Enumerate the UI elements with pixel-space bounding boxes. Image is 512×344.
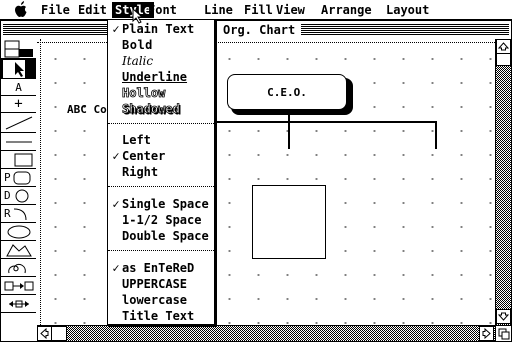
ceo-box[interactable]: C.E.O. bbox=[227, 74, 347, 110]
style-menu-dropdown: ✓ Plain Text Bold Italic Underline Hollo… bbox=[107, 19, 215, 325]
menu-item-as-entered[interactable]: ✓ as EnTeReD bbox=[108, 260, 214, 276]
scroll-down-button[interactable] bbox=[496, 309, 511, 324]
menu-item-lowercase[interactable]: lowercase bbox=[108, 292, 214, 308]
menu-font[interactable]: Font bbox=[145, 2, 180, 18]
top-ruler bbox=[37, 39, 495, 43]
document-window: Org. Chart A + P D R ABC Co C.E.O. bbox=[0, 20, 512, 342]
menu-bar: File Edit Style Font Line Fill View Arra… bbox=[0, 0, 512, 20]
menu-view[interactable]: View bbox=[273, 2, 308, 18]
title-bar[interactable]: Org. Chart bbox=[1, 21, 511, 40]
move-arrows-icon bbox=[8, 300, 29, 307]
tool-grid-toggle[interactable] bbox=[1, 39, 36, 59]
tool-diagonal-line[interactable] bbox=[1, 113, 36, 133]
apple-icon[interactable] bbox=[12, 1, 30, 18]
arrow-pointer-icon bbox=[2, 59, 35, 78]
menu-item-uppercase[interactable]: UPPERCASE bbox=[108, 276, 214, 292]
menu-item-shadowed[interactable]: Shadowed bbox=[108, 101, 214, 117]
arc-icon bbox=[13, 208, 27, 220]
diagonal-line-icon bbox=[5, 116, 32, 129]
menu-item-one-and-half-space[interactable]: 1-1/2 Space bbox=[108, 212, 214, 228]
size-box[interactable] bbox=[495, 325, 511, 341]
tool-move-arrows[interactable] bbox=[1, 295, 36, 313]
vertical-scrollbar[interactable] bbox=[495, 39, 511, 325]
left-ruler bbox=[37, 39, 41, 325]
mouse-pointer-icon bbox=[132, 8, 144, 24]
horizontal-scroll-thumb[interactable] bbox=[51, 326, 67, 341]
org-sub-box[interactable] bbox=[252, 185, 326, 259]
resize-icon bbox=[498, 328, 510, 340]
tool-polygon[interactable] bbox=[1, 241, 36, 259]
checkmark-icon: ✓ bbox=[112, 22, 120, 36]
horizontal-line-icon bbox=[5, 141, 32, 142]
scroll-right-icon bbox=[482, 328, 491, 339]
vertical-scroll-thumb[interactable] bbox=[496, 53, 511, 66]
connector-icon bbox=[4, 281, 33, 290]
scroll-down-icon bbox=[498, 312, 509, 321]
tool-oval[interactable]: D bbox=[1, 187, 36, 205]
tool-arc[interactable]: R bbox=[1, 205, 36, 223]
menu-item-double-space[interactable]: Double Space bbox=[108, 228, 214, 244]
tool-straight-line[interactable] bbox=[1, 133, 36, 151]
menu-item-title-text[interactable]: Title Text bbox=[108, 308, 214, 324]
scroll-left-button[interactable] bbox=[37, 326, 52, 341]
circle-icon bbox=[15, 189, 29, 202]
menu-separator bbox=[108, 186, 214, 187]
menu-line[interactable]: Line bbox=[201, 2, 236, 18]
org-right-line[interactable] bbox=[435, 121, 437, 149]
menu-item-hollow[interactable]: Hollow bbox=[108, 85, 214, 101]
scroll-up-icon bbox=[498, 42, 509, 51]
tool-ellipse[interactable] bbox=[1, 223, 36, 241]
menu-fill[interactable]: Fill bbox=[241, 2, 276, 18]
menu-item-bold[interactable]: Bold bbox=[108, 37, 214, 53]
menu-layout[interactable]: Layout bbox=[383, 2, 432, 18]
drawing-canvas[interactable]: ABC Co C.E.O. bbox=[37, 39, 495, 325]
rounded-rectangle-icon bbox=[13, 171, 31, 184]
menu-separator bbox=[108, 123, 214, 124]
polygon-icon bbox=[5, 243, 32, 256]
scroll-left-icon bbox=[40, 328, 49, 339]
org-horizontal-line[interactable] bbox=[215, 121, 437, 123]
menu-item-single-space[interactable]: ✓ Single Space bbox=[108, 196, 214, 212]
org-center-line[interactable] bbox=[288, 111, 290, 149]
menu-item-plain-text[interactable]: ✓ Plain Text bbox=[108, 21, 214, 37]
window-title: Org. Chart bbox=[217, 22, 302, 38]
menu-separator bbox=[108, 250, 214, 251]
menu-item-center[interactable]: ✓ Center bbox=[108, 148, 214, 164]
menu-item-right[interactable]: Right bbox=[108, 164, 214, 180]
tool-freehand[interactable] bbox=[1, 259, 36, 277]
rectangle-icon bbox=[14, 153, 32, 166]
menu-edit[interactable]: Edit bbox=[75, 2, 110, 18]
scroll-right-button[interactable] bbox=[479, 326, 494, 341]
freehand-icon bbox=[7, 263, 26, 273]
tool-connector[interactable] bbox=[1, 277, 36, 295]
tool-palette: A + P D R bbox=[1, 39, 38, 341]
tool-rectangle[interactable] bbox=[1, 151, 36, 169]
menu-file[interactable]: File bbox=[38, 2, 73, 18]
scroll-up-button[interactable] bbox=[496, 39, 511, 54]
tool-pointer[interactable] bbox=[1, 59, 36, 79]
grid-toggle-icon bbox=[4, 40, 33, 57]
checkmark-icon: ✓ bbox=[112, 149, 120, 163]
menu-item-italic[interactable]: Italic bbox=[108, 53, 214, 69]
ellipse-icon bbox=[7, 225, 30, 238]
horizontal-scrollbar[interactable] bbox=[37, 325, 495, 341]
menu-item-underline[interactable]: Underline bbox=[108, 69, 214, 85]
tool-rounded-rect[interactable]: P bbox=[1, 169, 36, 187]
menu-arrange[interactable]: Arrange bbox=[318, 2, 375, 18]
menu-item-left[interactable]: Left bbox=[108, 132, 214, 148]
checkmark-icon: ✓ bbox=[112, 197, 120, 211]
canvas-text-label[interactable]: ABC Co bbox=[67, 103, 107, 116]
tool-text[interactable]: A bbox=[1, 79, 36, 96]
checkmark-icon: ✓ bbox=[112, 261, 120, 275]
tool-crosshair[interactable]: + bbox=[1, 96, 36, 113]
